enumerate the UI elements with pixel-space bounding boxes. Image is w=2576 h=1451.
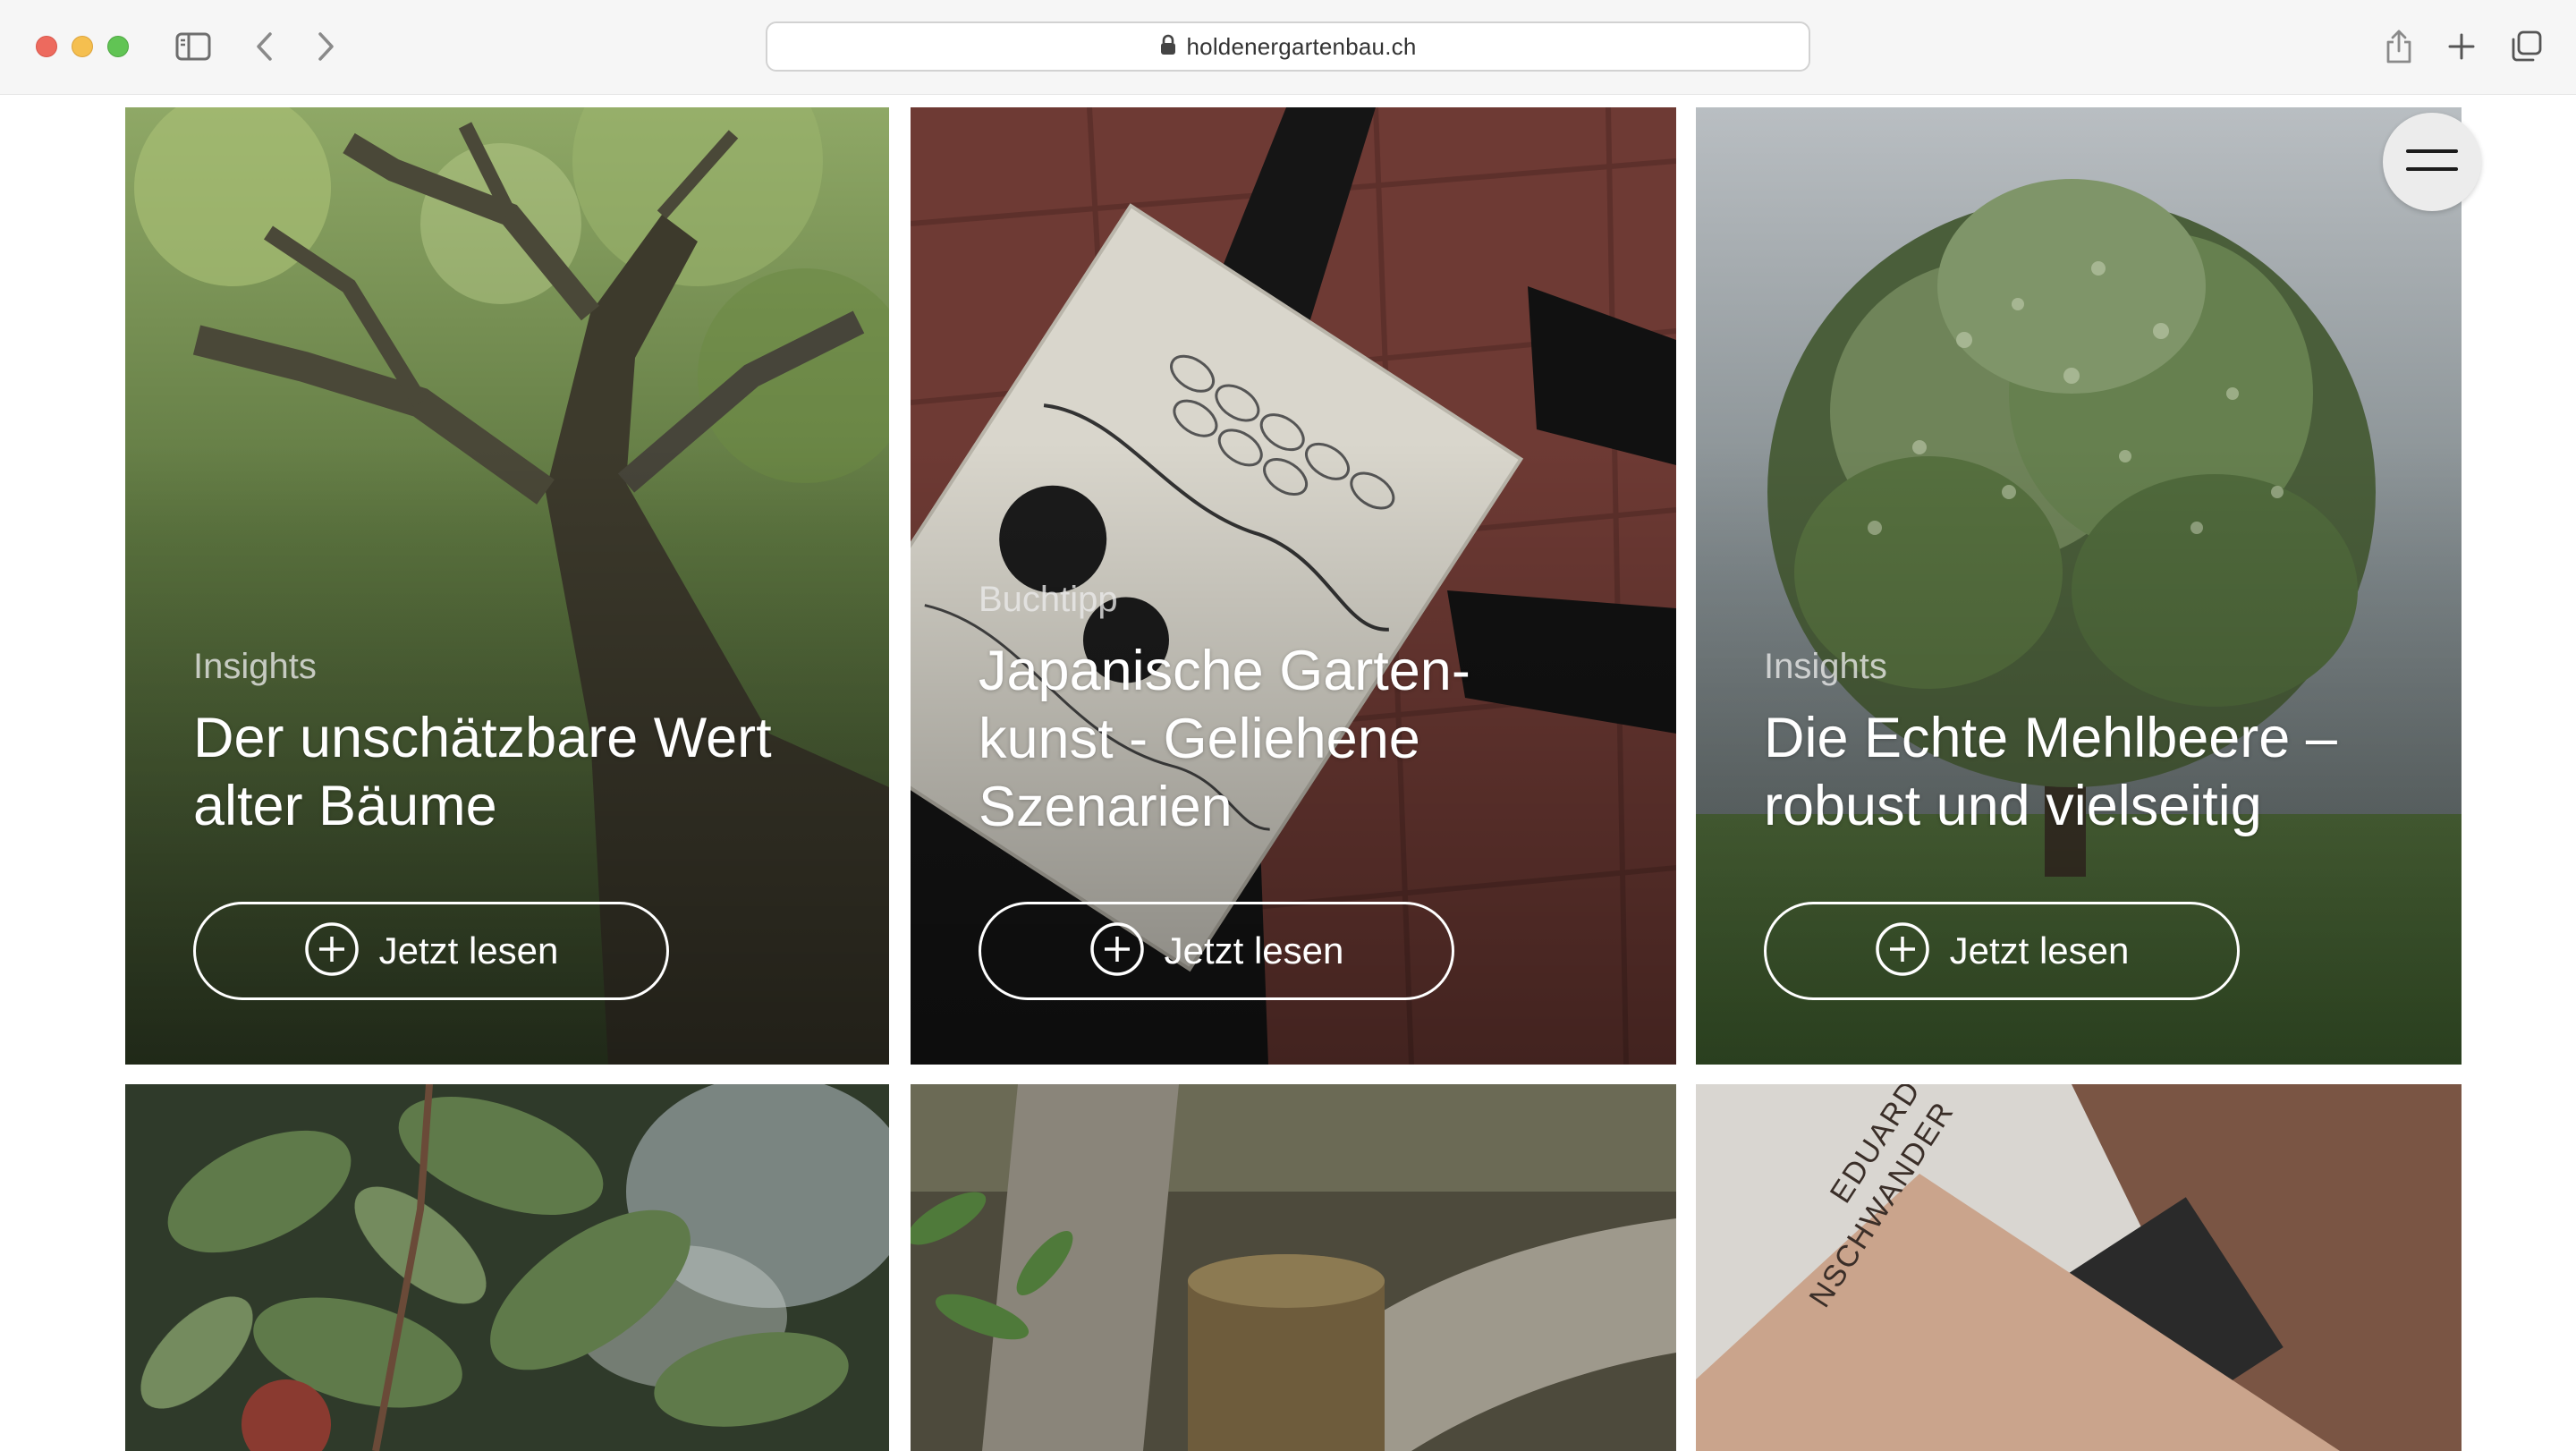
close-window-button[interactable] [36, 36, 57, 57]
read-now-label: Jetzt lesen [1164, 929, 1344, 972]
article-card-old-trees[interactable]: Insights Der unschätzbare Wert alter Bäu… [125, 107, 889, 1065]
card-title-line: Japanische Garten- [979, 640, 1470, 702]
address-bar[interactable]: holdenergartenbau.ch [766, 21, 1810, 72]
read-now-label: Jetzt lesen [1949, 929, 2130, 972]
card-title-line: Szenarien [979, 776, 1233, 838]
hamburger-menu-icon [2405, 142, 2459, 182]
card-title-line: kunst - Geliehene [979, 708, 1420, 770]
article-card-book-eduard[interactable]: EDUARD NSCHWANDER [1696, 1084, 2462, 1451]
stone-seat-image [911, 1084, 1676, 1451]
read-now-label: Jetzt lesen [378, 929, 559, 972]
card-title[interactable]: Die Echte Mehlbeere – robust und vielsei… [1764, 704, 2408, 840]
article-card-leaves[interactable] [125, 1084, 889, 1451]
page-content: Insights Der unschätzbare Wert alter Bäu… [0, 95, 2576, 1451]
card-title[interactable]: Der unschätzbare Wert alter Bäume [193, 704, 835, 840]
apple-leaves-image [125, 1084, 889, 1451]
plus-circle-icon [1089, 921, 1145, 981]
menu-button[interactable] [2383, 113, 2481, 211]
lock-icon [1160, 34, 1176, 60]
tab-overview-icon[interactable] [2506, 27, 2546, 66]
card-category: Insights [1764, 647, 1887, 686]
browser-toolbar: holdenergartenbau.ch [0, 0, 2576, 95]
card-title[interactable]: Japanische Garten- kunst - Geliehene Sze… [979, 637, 1623, 841]
sidebar-toggle-icon[interactable] [174, 27, 213, 66]
forward-icon[interactable] [308, 27, 343, 66]
card-title-line: Die Echte Mehlbeere – [1764, 707, 2337, 769]
article-card-japanese-garden-book[interactable]: Buchtipp Japanische Garten- kunst - Geli… [911, 107, 1676, 1065]
share-icon[interactable] [2379, 27, 2419, 66]
card-title-line: robust und vielseitig [1764, 775, 2262, 837]
read-now-button[interactable]: Jetzt lesen [979, 902, 1454, 1000]
zoom-window-button[interactable] [107, 36, 129, 57]
article-card-mehlbeere[interactable]: Insights Die Echte Mehlbeere – robust un… [1696, 107, 2462, 1065]
card-title-line: alter Bäume [193, 775, 497, 837]
url-text: holdenergartenbau.ch [1186, 32, 1417, 60]
plus-circle-icon [1875, 921, 1930, 981]
back-icon[interactable] [247, 27, 283, 66]
card-category: Buchtipp [979, 580, 1118, 619]
minimize-window-button[interactable] [72, 36, 93, 57]
new-tab-icon[interactable] [2442, 27, 2481, 66]
plus-circle-icon [304, 921, 360, 981]
card-category: Insights [193, 647, 317, 686]
read-now-button[interactable]: Jetzt lesen [1764, 902, 2240, 1000]
card-title-line: Der unschätzbare Wert [193, 707, 772, 769]
article-card-garden-seat[interactable] [911, 1084, 1676, 1451]
read-now-button[interactable]: Jetzt lesen [193, 902, 669, 1000]
